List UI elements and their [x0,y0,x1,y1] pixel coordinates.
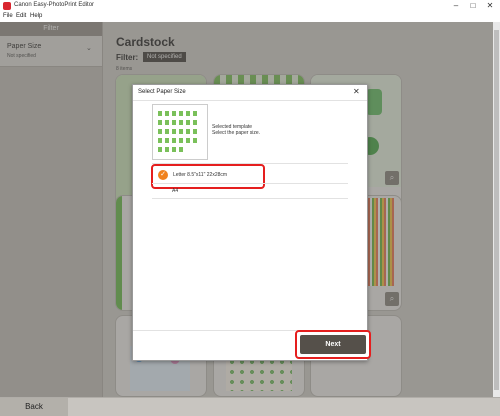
divider [133,100,367,101]
maximize-icon[interactable]: □ [465,0,481,12]
divider [152,183,348,184]
window-title: Canon Easy-PhotoPrint Editor [14,2,95,8]
menu-edit[interactable]: Edit [16,13,26,19]
app-icon [3,2,11,10]
dialog-title: Select Paper Size [138,89,186,95]
close-window-icon[interactable]: ✕ [482,0,498,12]
paper-option-a4[interactable]: A4 [172,188,178,194]
checkmark-icon: ✓ [158,170,168,180]
next-button[interactable]: Next [300,335,366,354]
next-button-highlight: Next [295,330,371,359]
menu-help[interactable]: Help [30,13,42,19]
select-size-instruction: Select the paper size. [212,130,261,136]
minimize-icon[interactable]: – [448,0,464,12]
menu-file[interactable]: File [3,13,13,19]
paper-option-label: Letter 8.5"x11" 22x28cm [173,172,228,178]
close-icon[interactable]: ✕ [353,87,360,96]
bottom-bar: Back [0,397,500,416]
select-paper-size-dialog: Select Paper Size ✕ Selected template Se… [132,84,371,361]
back-button[interactable]: Back [0,398,68,416]
vertical-scrollbar[interactable] [493,22,500,397]
divider [152,198,348,199]
template-thumbnail [152,104,208,160]
scrollbar-thumb[interactable] [494,30,499,390]
paper-option-letter[interactable]: ✓ Letter 8.5"x11" 22x28cm [151,164,265,189]
